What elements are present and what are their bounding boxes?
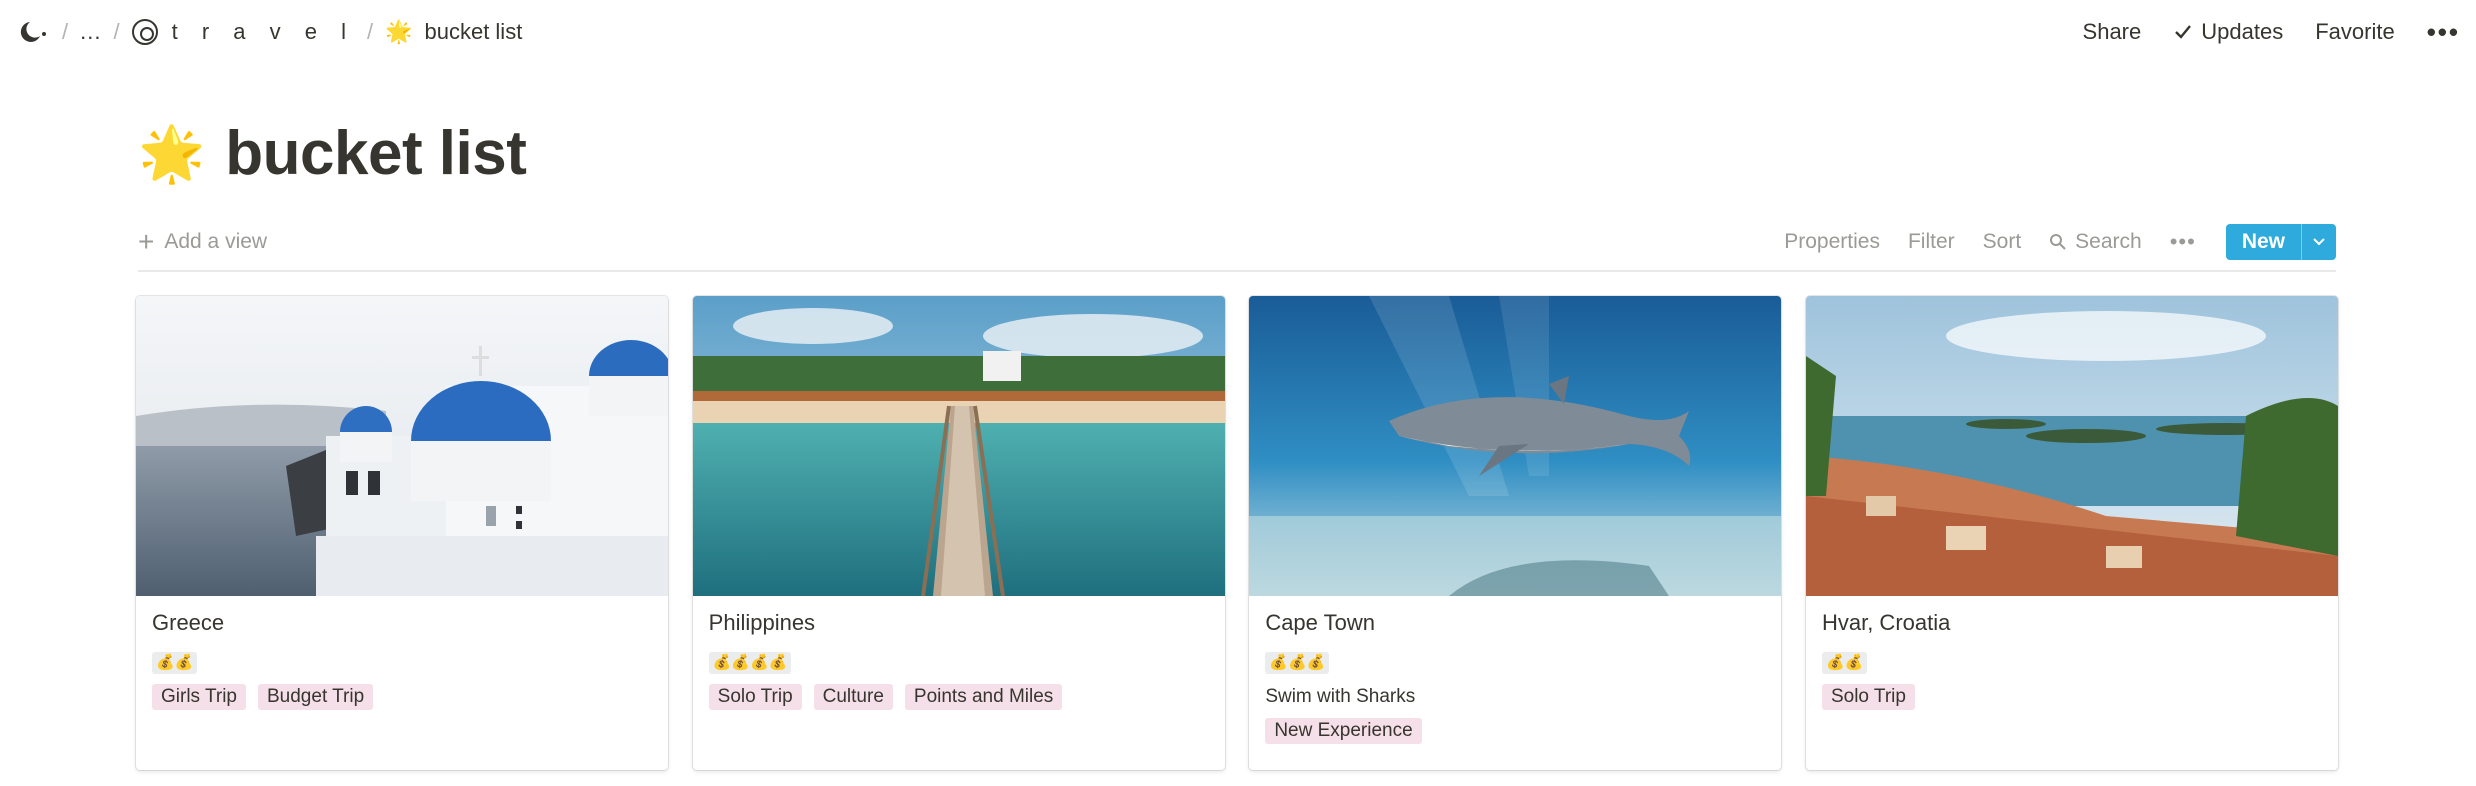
top-actions: Share Updates Favorite •••: [2051, 17, 2460, 48]
breadcrumb-separator: /: [366, 19, 374, 44]
cost-badge: 💰💰: [1821, 652, 1868, 674]
more-options-button[interactable]: •••: [2427, 17, 2460, 48]
checkmark-icon: [2175, 25, 2192, 39]
tag: Girls Trip: [152, 684, 246, 710]
gallery-card-greece[interactable]: Greece 💰💰 Girls Trip Budget Trip: [136, 296, 668, 770]
tag: Solo Trip: [1821, 684, 1915, 710]
view-tools: Properties Filter Sort Search ••• New: [1756, 224, 2336, 260]
travel-logo-icon: [131, 19, 158, 45]
cost-badge: 💰💰💰💰: [708, 652, 792, 674]
breadcrumb-separator: /: [113, 19, 120, 44]
gallery-card-cape-town[interactable]: Cape Town 💰💰💰 Swim with Sharks New Exper…: [1249, 296, 1782, 770]
card-title[interactable]: Hvar, Croatia: [1822, 610, 2322, 644]
shark-underwater-image: [1249, 296, 1782, 596]
gallery-card-hvar-croatia[interactable]: Hvar, Croatia 💰💰 Solo Trip: [1805, 296, 2338, 770]
santorini-image: [136, 296, 668, 596]
tag: New Experience: [1265, 718, 1422, 744]
view-more-button[interactable]: •••: [2170, 229, 2196, 255]
tag: Culture: [813, 684, 893, 710]
filter-button[interactable]: Filter: [1908, 230, 1955, 254]
search-label: Search: [2075, 230, 2142, 253]
view-bar: + Add a view Properties Filter Sort Sear…: [138, 214, 2336, 272]
plus-icon: +: [138, 226, 155, 257]
page-title-text[interactable]: bucket list: [225, 118, 527, 189]
share-button[interactable]: Share: [2083, 19, 2142, 45]
tag: Budget Trip: [258, 684, 374, 710]
card-title[interactable]: Cape Town: [1265, 610, 1765, 644]
breadcrumb-travel[interactable]: t r a v e l: [172, 19, 355, 45]
breadcrumb-ellipsis[interactable]: ...: [80, 19, 101, 45]
tags: Solo Trip: [1821, 684, 2322, 720]
star-icon[interactable]: 🌟: [138, 127, 205, 181]
cost-badge: 💰💰: [152, 652, 198, 674]
properties-button[interactable]: Properties: [1784, 230, 1880, 254]
breadcrumb: / ... / t r a v e l / 🌟 bucket list: [18, 18, 522, 46]
favorite-button[interactable]: Favorite: [2315, 19, 2394, 45]
tags: New Experience: [1265, 718, 1765, 754]
card-title[interactable]: Philippines: [709, 610, 1209, 644]
updates-button[interactable]: Updates: [2173, 19, 2283, 45]
add-view-label: Add a view: [164, 230, 268, 253]
card-title[interactable]: Greece: [152, 610, 652, 644]
cost-badge: 💰💰💰: [1265, 652, 1330, 674]
tag: Solo Trip: [708, 684, 802, 710]
sort-button[interactable]: Sort: [1983, 230, 2022, 254]
new-button-label[interactable]: New: [2226, 224, 2302, 260]
tags: Girls Trip Budget Trip: [152, 684, 652, 720]
workspace-moon-icon[interactable]: [18, 18, 50, 46]
star-icon: 🌟: [385, 19, 413, 44]
gallery-card-philippines[interactable]: Philippines 💰💰💰💰 Solo Trip Culture Point…: [692, 296, 1225, 770]
tag: Points and Miles: [904, 684, 1063, 710]
pier-beach-image: [692, 296, 1225, 596]
new-button[interactable]: New: [2225, 224, 2336, 260]
tags: Solo Trip Culture Points and Miles: [708, 684, 1209, 720]
gallery: Greece 💰💰 Girls Trip Budget Trip Philipp…: [136, 296, 2338, 770]
breadcrumb-bucket-list[interactable]: bucket list: [424, 19, 522, 45]
add-view-button[interactable]: + Add a view: [138, 228, 267, 256]
card-note: Swim with Sharks: [1265, 686, 1416, 707]
search-button[interactable]: Search: [2049, 230, 2142, 254]
top-bar: / ... / t r a v e l / 🌟 bucket list Shar…: [0, 0, 2476, 64]
search-icon: [2050, 234, 2066, 250]
chevron-down-icon[interactable]: [2302, 224, 2336, 260]
coastal-town-image: [1805, 296, 2338, 596]
updates-label: Updates: [2201, 19, 2284, 44]
breadcrumb-separator: /: [62, 19, 69, 44]
page-title: 🌟 bucket list: [138, 118, 527, 189]
